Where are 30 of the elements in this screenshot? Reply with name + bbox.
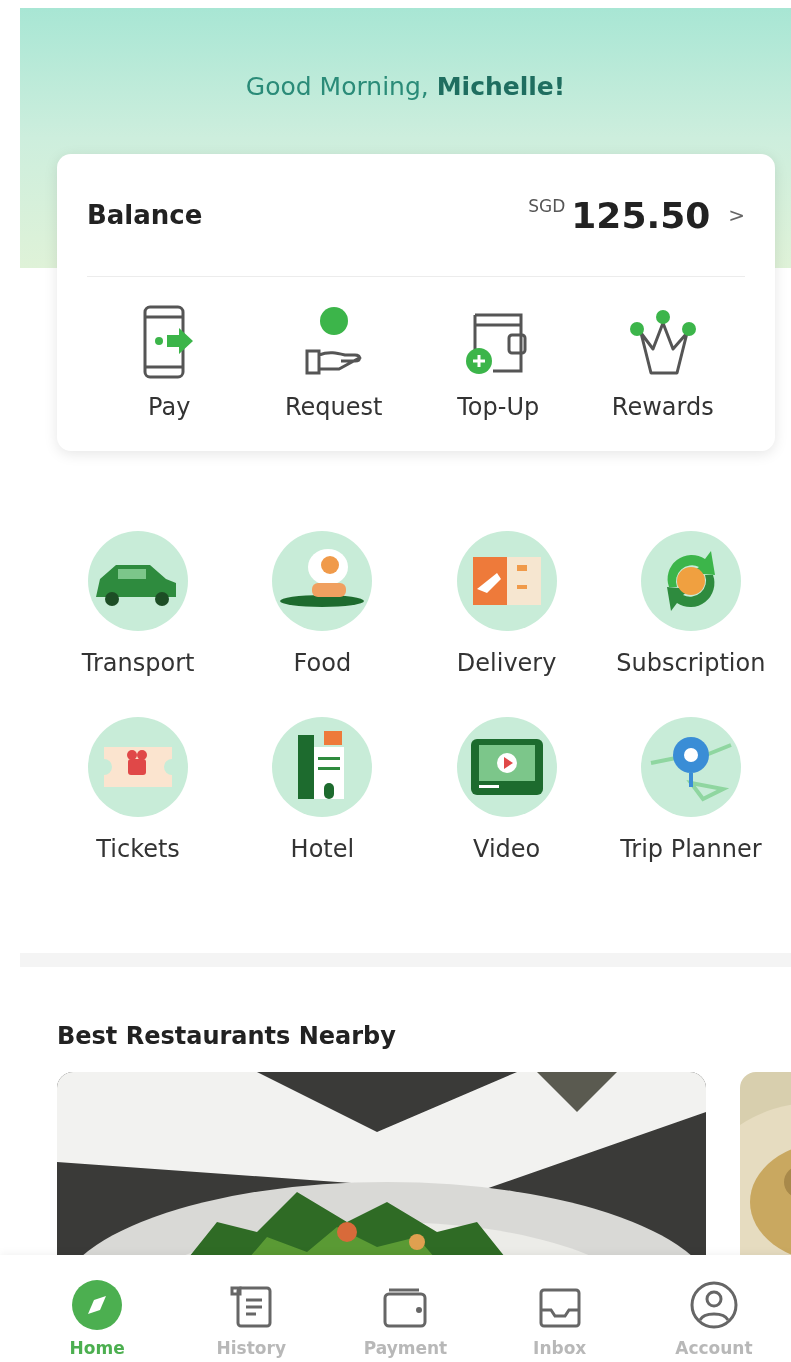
cycle-arrows-icon [640,531,741,631]
service-item[interactable]: Subscription [598,531,783,677]
service-item[interactable]: Tickets [46,717,231,863]
currency-label: SGD [528,196,566,216]
service-item[interactable]: Transport [46,531,231,677]
parcel-icon [456,531,557,631]
wallet-icon [381,1286,430,1330]
service-item[interactable]: Food [230,531,415,677]
egg-dish-icon [272,531,373,631]
wallet-action[interactable]: Request [251,305,416,421]
balance-chevron[interactable]: > [728,203,745,227]
service-item[interactable]: Delivery [414,531,599,677]
ticket-icon [88,717,189,817]
account-icon [688,1280,739,1330]
wallet-action[interactable]: Pay [87,305,252,421]
greeting-text: Good Morning, Michelle! [245,72,566,103]
service-item[interactable]: Video [414,717,599,863]
compass-icon [72,1280,123,1330]
car-icon [88,531,189,631]
wallet-action[interactable]: Top-Up [416,305,581,421]
receipt-icon [228,1284,275,1330]
building-icon [272,717,373,817]
balance-label: Balance [87,200,204,230]
section-title: Best Restaurants Nearby [57,1022,397,1050]
map-pin-icon [640,717,741,817]
wallet-action[interactable]: Rewards [580,305,745,421]
service-item[interactable]: Hotel [230,717,415,863]
video-player-icon [456,717,557,817]
balance-amount: 125.50 [571,194,711,236]
service-item[interactable]: Trip Planner [598,717,783,863]
